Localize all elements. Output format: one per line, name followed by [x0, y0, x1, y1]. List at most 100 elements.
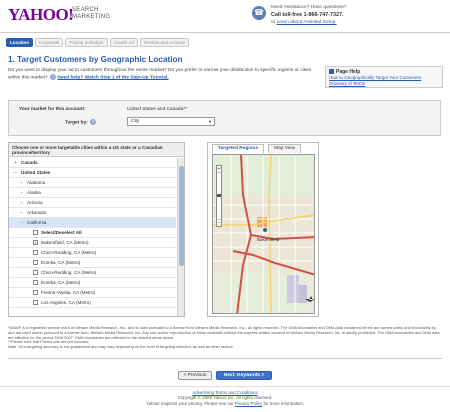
list-item-chico-redding[interactable]: Chico-Redding, CA (Metro)	[9, 248, 176, 258]
target-help-icon[interactable]: ?	[90, 119, 97, 125]
list-item-label: Alaska	[27, 190, 41, 195]
expand-icon[interactable]: +	[19, 178, 24, 187]
tutorial-link[interactable]: Need help? Watch Step 1 of the Sign-Up T…	[57, 75, 168, 80]
assistance-box: ☎ Need Assistance? Have questions? Call …	[252, 4, 442, 28]
step-tabs: Location Keywords Pricing & Budget Creat…	[6, 38, 190, 47]
checkbox[interactable]	[33, 260, 38, 265]
region-list-panel: Choose one or more targetable cities wit…	[8, 142, 185, 317]
glossary-link[interactable]: Glossary of Terms	[329, 81, 439, 87]
page-title: 1. Target Customers by Geographic Locati…	[8, 55, 183, 64]
list-item-eureka[interactable]: Eureka, CA (Metro)	[9, 258, 176, 268]
checkbox[interactable]	[33, 280, 38, 285]
list-item-label: Eureka, CA (Metro)	[41, 260, 81, 265]
footer: Advertising Terms and Conditions Copyrig…	[0, 390, 450, 406]
previous-button[interactable]: < Previous	[178, 371, 212, 380]
list-item-label: California	[27, 220, 47, 225]
map-zoom-slider[interactable]: + −	[216, 165, 222, 227]
assisted-setup-link[interactable]: Learn about Assisted Setup.	[277, 20, 337, 25]
footer-divider	[0, 386, 450, 387]
map-graphic: Bakersfield	[213, 155, 314, 313]
checkbox[interactable]	[33, 250, 38, 255]
tab-review-activate[interactable]: Review and Activate	[139, 38, 190, 47]
list-item-alabama[interactable]: + Alabama	[9, 178, 176, 188]
expand-icon[interactable]: +	[19, 198, 24, 207]
tab-pricing-budget[interactable]: Pricing & Budget	[65, 38, 108, 47]
list-item-alaska[interactable]: + Alaska	[9, 188, 176, 198]
list-item-label: Select/Deselect All	[41, 230, 82, 235]
list-item-label: Chico-Redding, CA (Metro)	[41, 270, 97, 275]
checkbox[interactable]	[33, 230, 38, 235]
tab-keywords[interactable]: Keywords	[35, 38, 64, 47]
market-settings-box: Your market for this account: United Sta…	[8, 100, 441, 136]
logo-subtitle-line1: SEARCH	[72, 7, 99, 13]
tab-create-ad[interactable]: Create Ad	[109, 38, 138, 47]
next-keywords-button[interactable]: Next: Keywords >	[216, 371, 272, 380]
checkbox[interactable]	[33, 300, 38, 305]
yahoo-logo[interactable]: YAHOO!	[8, 6, 74, 24]
zoom-in-icon[interactable]: +	[217, 166, 221, 173]
collapse-icon[interactable]: −	[19, 218, 24, 227]
list-item-label: Eureka, CA (Metro)	[41, 280, 81, 285]
list-item-label: Arkansas	[27, 210, 47, 215]
list-item-arkansas[interactable]: + Arkansas	[9, 208, 176, 218]
header-divider	[0, 32, 450, 33]
list-item-bakersfield[interactable]: ✓ Bakersfield, CA (Metro)	[9, 238, 176, 248]
list-item-select-all[interactable]: Select/Deselect All	[9, 228, 176, 238]
list-item-los-angeles[interactable]: Los Angeles, CA (Metro)	[9, 298, 176, 308]
checkbox[interactable]	[33, 290, 38, 295]
phone-icon: ☎	[252, 6, 266, 20]
target-by-select[interactable]: City ▼	[127, 117, 215, 126]
list-item-label: Fresno-Visalia, CA (Metro)	[41, 290, 96, 295]
help-icon[interactable]: ?	[50, 74, 57, 81]
region-list: + Canada − United States + Alabama + Alaska …	[9, 158, 176, 308]
tab-targeted-regions[interactable]: Targeted Regions	[212, 144, 265, 153]
checkbox-checked[interactable]: ✓	[33, 240, 38, 245]
zoom-handle[interactable]	[217, 194, 221, 197]
map-tabs: Targeted Regions Map View	[212, 144, 302, 153]
list-scrollbar[interactable]	[177, 158, 184, 316]
target-by-text: Target by:	[65, 120, 88, 126]
list-item-label: Canada	[21, 160, 38, 165]
dma-note: *DMA® is a registered service mark of Ni…	[8, 325, 440, 340]
page-help-box: Page Help How to Geographically Target Y…	[325, 66, 443, 88]
list-item-eureka-2[interactable]: Eureka, CA (Metro)	[9, 278, 176, 288]
assist-question: Need Assistance? Have questions?	[271, 5, 347, 10]
collapse-icon[interactable]: −	[13, 168, 18, 177]
intro-text: Do you want to display your ad to custom…	[8, 68, 318, 82]
logo-subtitle-line2: MARKETING	[72, 14, 111, 20]
list-item-label: Bakersfield, CA (Metro)	[41, 240, 89, 245]
privacy-post: for more information.	[263, 400, 304, 406]
assist-phone: Call toll-free 1-866-747-7327.	[271, 12, 344, 18]
expand-icon[interactable]: +	[19, 188, 24, 197]
map-city-label: Bakersfield	[257, 237, 280, 242]
list-item-fresno-visalia[interactable]: Fresno-Visalia, CA (Metro)	[9, 288, 176, 298]
market-label: Your market for this account:	[19, 107, 86, 112]
expand-icon[interactable]: +	[13, 158, 18, 167]
map-panel: Targeted Regions Map View Bakersfield + …	[207, 142, 319, 317]
list-item-label: Los Angeles, CA (Metro)	[41, 300, 91, 305]
list-item-california[interactable]: − California	[9, 218, 176, 228]
accuracy-note: Note: Geo-targeting accuracy is not guar…	[8, 344, 234, 350]
assist-link-line: or Learn about Assisted Setup.	[271, 20, 337, 25]
list-item-canada[interactable]: + Canada	[9, 158, 176, 168]
list-item-label: Alabama	[27, 180, 46, 185]
logo-subtitle: SEARCH MARKETING	[72, 7, 110, 21]
list-item-chico-redding-2[interactable]: Chico-Redding, CA (Metro)	[9, 268, 176, 278]
checkbox[interactable]	[33, 270, 38, 275]
target-by-value: City	[131, 119, 140, 124]
expand-icon[interactable]: +	[19, 208, 24, 217]
map-canvas[interactable]: Bakersfield + −	[212, 154, 315, 314]
list-item-label: Arizona	[27, 200, 43, 205]
tab-location[interactable]: Location	[6, 38, 34, 47]
target-by-label: Target by: ?	[65, 119, 97, 126]
privacy-policy-link[interactable]: Privacy Policy	[235, 401, 262, 406]
page-help-icon	[329, 69, 334, 75]
list-item-label: United States	[21, 170, 51, 175]
zoom-out-icon[interactable]: −	[217, 219, 221, 226]
list-scrollbar-thumb[interactable]	[179, 166, 184, 266]
list-item-arizona[interactable]: + Arizona	[9, 198, 176, 208]
tab-map-view[interactable]: Map View	[268, 144, 302, 153]
market-value-text: United States and Canada**	[127, 107, 188, 112]
region-list-heading: Choose one or more targetable cities wit…	[9, 143, 184, 157]
list-item-united-states[interactable]: − United States	[9, 168, 176, 178]
